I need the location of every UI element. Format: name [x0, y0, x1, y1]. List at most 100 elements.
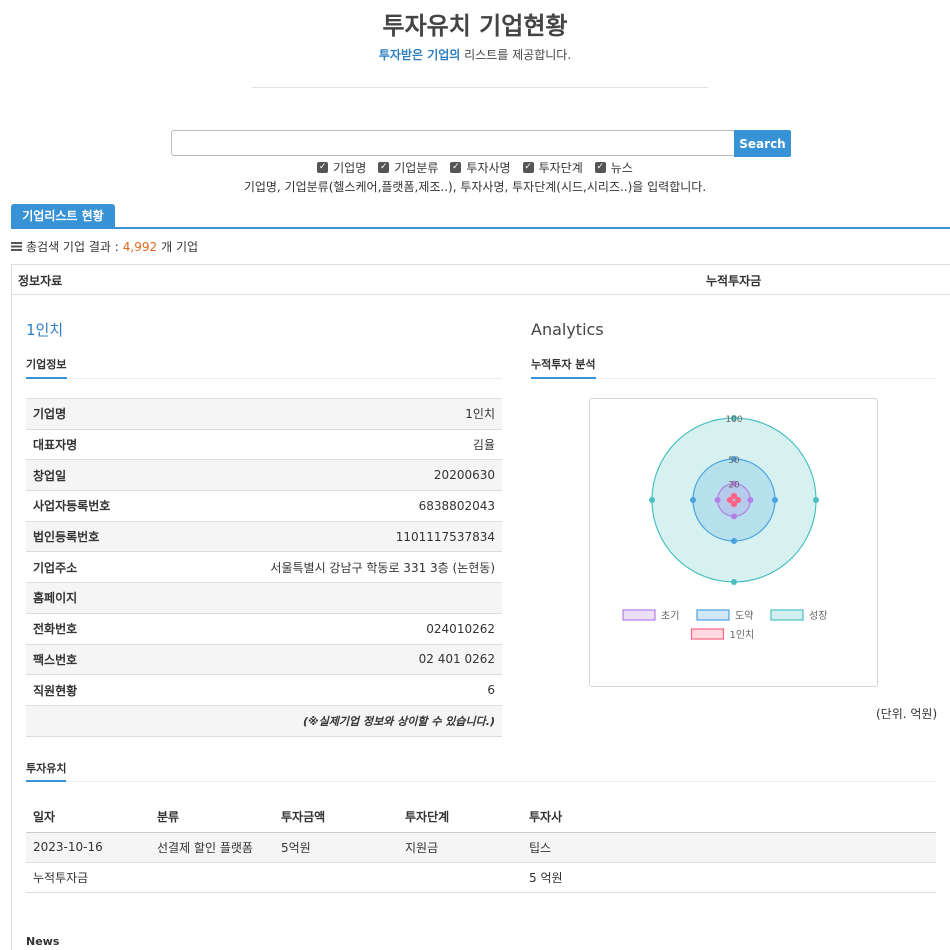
col-header-stage: 투자단계	[398, 801, 522, 833]
table-cell: 20200630	[226, 459, 502, 491]
search-input[interactable]	[171, 130, 735, 156]
table-cell	[226, 582, 502, 614]
company-info-table: 기업명 1인치 대표자명 김율 창업일 20200630 사업자등록번호 6838802…	[26, 398, 502, 737]
tick-label: 100	[725, 415, 742, 425]
tick-label: 20	[728, 481, 740, 491]
filter-news[interactable]: ✓ 뉴스	[594, 159, 633, 176]
table-cell: 024010262	[226, 612, 502, 644]
table-cell: 선결제 할인 플랫폼	[150, 832, 274, 863]
info-header: 정보자료 누적투자금	[11, 264, 950, 295]
checkbox-checked-icon[interactable]: ✓	[450, 162, 462, 173]
search-filters: ✓ 기업명 ✓ 기업분류 ✓ 투자사명 ✓ 투자단계 ✓ 뉴스	[0, 159, 950, 176]
table-cell: 대표자명	[26, 428, 226, 460]
checkbox-checked-icon[interactable]: ✓	[317, 162, 329, 173]
table-row: 대표자명 김율	[26, 428, 502, 460]
section-underline	[26, 780, 66, 782]
filter-investor-name[interactable]: ✓ 투자사명	[450, 159, 511, 176]
tick-label: 50	[728, 456, 740, 466]
table-cell	[398, 862, 522, 893]
section-label-investment: 투자유치	[26, 762, 67, 775]
radar-chart: 100 50 20 초기 도약 성장 1인치	[622, 415, 827, 641]
data-point	[731, 513, 737, 520]
filter-company-name[interactable]: ✓ 기업명	[317, 159, 366, 176]
section-label-analytics: 누적투자 분석	[531, 358, 596, 371]
disclaimer-text: (※실제기업 정보와 상이할 수 있습니다.)	[302, 714, 495, 728]
checkbox-checked-icon[interactable]: ✓	[522, 162, 534, 173]
table-cell: 서울특별시 강남구 학동로 331 3층 (논현동)	[226, 551, 502, 583]
col-header-category: 분류	[150, 801, 274, 833]
filter-investment-stage[interactable]: ✓ 투자단계	[522, 159, 583, 176]
result-count-number: 4,992	[122, 239, 158, 254]
checkbox-checked-icon[interactable]: ✓	[378, 162, 390, 173]
search-button[interactable]: Search	[734, 130, 791, 157]
unit-note: (단위. 억원)	[876, 707, 938, 721]
info-header-right: 누적투자금	[706, 274, 762, 288]
section-label-news: News	[26, 935, 60, 948]
table-row: 2023-10-16 선결제 할인 플랫폼 5억원 지원금 팁스	[26, 832, 936, 863]
table-cell: 김율	[226, 428, 502, 460]
data-point	[726, 497, 733, 503]
table-row: (※실제기업 정보와 상이할 수 있습니다.)	[26, 704, 502, 737]
table-row: 팩스번호 02 401 0262	[26, 643, 502, 675]
table-row: 법인등록번호 1101117537834	[26, 520, 502, 552]
table-cell: 6838802043	[226, 490, 502, 522]
table-row: 전화번호 024010262	[26, 612, 502, 644]
data-point	[714, 497, 721, 503]
page-subtitle: 투자받은 기업의 리스트를 제공합니다.	[0, 46, 950, 63]
section-divider	[67, 378, 502, 379]
section-underline	[26, 377, 67, 379]
table-cell: 1인치	[226, 398, 502, 430]
col-header-date: 일자	[26, 801, 150, 833]
table-cell: 법인등록번호	[26, 520, 226, 552]
table-cell: 직원현황	[26, 674, 226, 706]
result-count: 총검색 기업 결과 : 4,992 개 기업	[11, 238, 198, 255]
section-label-company-info: 기업정보	[26, 358, 67, 371]
list-icon	[11, 242, 22, 251]
table-cell: 02 401 0262	[226, 643, 502, 675]
tab-company-list[interactable]: 기업리스트 현황	[11, 204, 115, 228]
table-cell: (※실제기업 정보와 상이할 수 있습니다.)	[26, 704, 502, 737]
data-point	[747, 497, 754, 503]
data-point	[731, 538, 737, 544]
title-divider	[252, 87, 708, 88]
legend-label: 성장	[809, 610, 827, 622]
filter-company-category[interactable]: ✓ 기업분류	[378, 159, 438, 176]
table-cell	[274, 862, 398, 893]
table-cell: 홈페이지	[26, 582, 226, 614]
table-row: 기업주소 서울특별시 강남구 학동로 331 3층 (논현동)	[26, 551, 502, 583]
table-row: 창업일 20200630	[26, 459, 502, 491]
table-cell: 창업일	[26, 459, 226, 491]
table-cell: 사업자등록번호	[26, 490, 226, 522]
search-help-text: 기업명, 기업분류(헬스케어,플랫폼,제조..), 투자사명, 투자단계(시드,…	[243, 180, 707, 194]
company-name-title: 1인치	[26, 321, 64, 339]
table-cell: 6	[226, 674, 502, 706]
table-row: 홈페이지	[26, 582, 502, 614]
data-point	[649, 497, 655, 503]
page-title: 투자유치 기업현황	[382, 12, 568, 40]
table-row: 사업자등록번호 6838802043	[26, 490, 502, 522]
table-cell	[150, 862, 274, 893]
table-cell: 팩스번호	[26, 643, 226, 675]
total-label: 누적투자금	[26, 862, 150, 893]
legend-label: 초기	[661, 610, 679, 622]
analytics-title: Analytics	[531, 320, 604, 339]
legend-swatch	[622, 609, 656, 621]
table-cell: 기업명	[26, 398, 226, 430]
data-point	[690, 497, 696, 503]
checkbox-checked-icon[interactable]: ✓	[594, 162, 606, 173]
info-header-left: 정보자료	[18, 274, 63, 288]
table-cell: 지원금	[398, 832, 522, 863]
table-cell: 전화번호	[26, 612, 226, 644]
total-row: 누적투자금 5 억원	[26, 862, 936, 893]
section-divider	[66, 781, 936, 782]
table-cell: 5억원	[274, 832, 398, 863]
section-underline	[531, 377, 596, 379]
table-cell: 팁스	[522, 832, 936, 863]
table-cell: 2023-10-16	[26, 832, 150, 863]
col-header-investor: 투자사	[522, 801, 936, 833]
total-value: 5 억원	[522, 862, 936, 893]
table-row: 직원현황 6	[26, 674, 502, 706]
legend-label: 1인치	[730, 629, 755, 641]
col-header-amount: 투자금액	[274, 801, 398, 833]
data-point	[731, 579, 737, 585]
